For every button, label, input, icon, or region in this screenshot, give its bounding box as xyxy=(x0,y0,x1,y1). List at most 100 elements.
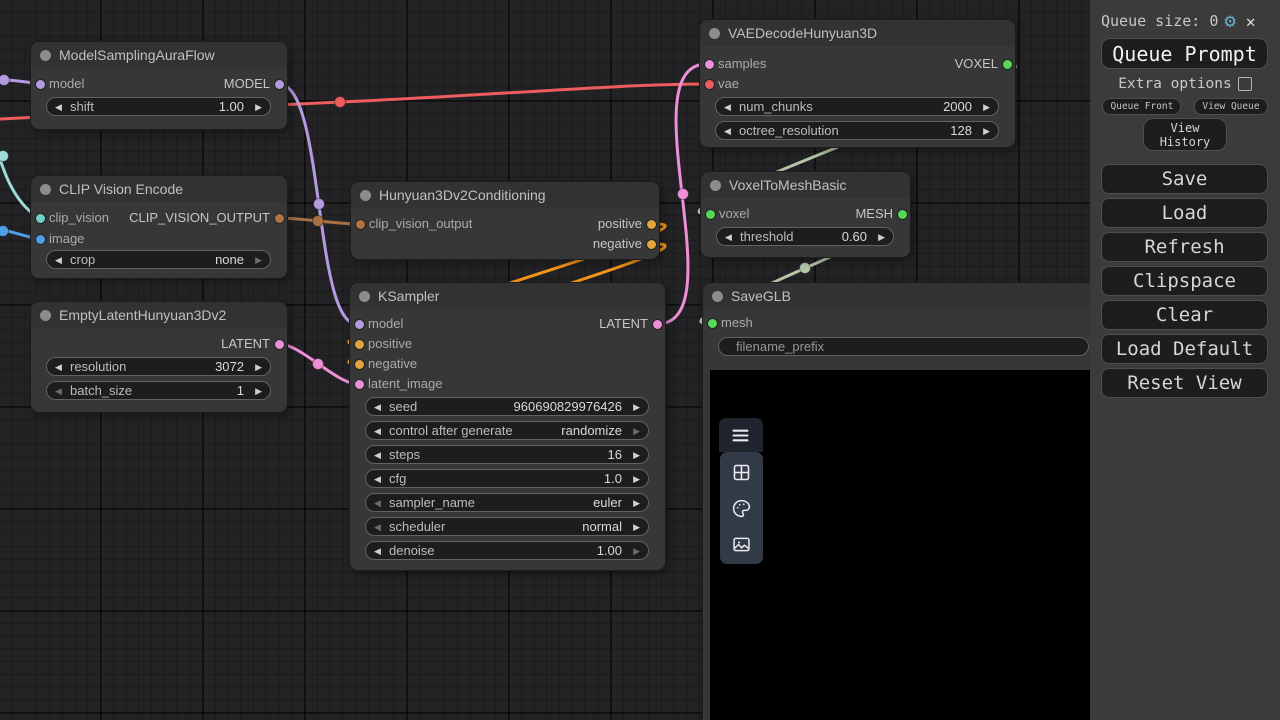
num_chunks-widget[interactable]: ◀▶2000num_chunks xyxy=(715,97,999,116)
scheduler-increment-arrow-icon[interactable]: ▶ xyxy=(633,519,640,535)
clip_vision_output-input-dot[interactable] xyxy=(356,220,365,229)
3d-preview-viewport[interactable] xyxy=(710,370,1090,720)
load-default-button[interactable]: Load Default xyxy=(1101,334,1268,364)
resolution-decrement-arrow-icon[interactable]: ◀ xyxy=(55,359,62,375)
image-stub-link-reroute-dot[interactable] xyxy=(0,226,9,237)
control after generate-increment-arrow-icon[interactable]: ▶ xyxy=(633,423,640,439)
CLIP_VISION_OUTPUT-output-dot[interactable] xyxy=(275,214,284,223)
node-empty-latent-hunyuan3dv2[interactable]: EmptyLatentHunyuan3Dv2LATENT◀▶3072resolu… xyxy=(31,302,287,412)
threshold-increment-arrow-icon[interactable]: ▶ xyxy=(878,229,885,245)
batch_size-decrement-arrow-icon[interactable]: ◀ xyxy=(55,383,62,399)
steps-widget[interactable]: ◀▶16steps xyxy=(365,445,649,464)
LATENT-output-dot[interactable] xyxy=(275,340,284,349)
control after generate-decrement-arrow-icon[interactable]: ◀ xyxy=(374,423,381,439)
denoise-widget[interactable]: ◀▶1.00denoise xyxy=(365,541,649,560)
clear-button[interactable]: Clear xyxy=(1101,300,1268,330)
latent_image-input-dot[interactable] xyxy=(355,380,364,389)
node-collapse-dot-icon[interactable] xyxy=(40,184,51,195)
grid-icon[interactable] xyxy=(720,454,763,490)
clipspace-button[interactable]: Clipspace xyxy=(1101,266,1268,296)
latent-to-vae-link-reroute-dot[interactable] xyxy=(678,189,689,200)
resolution-widget[interactable]: ◀▶3072resolution xyxy=(46,357,271,376)
LATENT-output-dot[interactable] xyxy=(653,320,662,329)
clip-vision-output-link-reroute-dot[interactable] xyxy=(313,216,324,227)
positive-input-dot[interactable] xyxy=(355,340,364,349)
negative-input-dot[interactable] xyxy=(355,360,364,369)
node-title-bar[interactable]: VAEDecodeHunyuan3D xyxy=(700,20,1015,46)
model-to-ksampler-link-reroute-dot[interactable] xyxy=(314,199,325,210)
crop-increment-arrow-icon[interactable]: ▶ xyxy=(255,252,262,268)
positive-output-dot[interactable] xyxy=(647,220,656,229)
denoise-decrement-arrow-icon[interactable]: ◀ xyxy=(374,543,381,559)
node-title-bar[interactable]: SaveGLB xyxy=(703,283,1090,309)
node-title-bar[interactable]: EmptyLatentHunyuan3Dv2 xyxy=(31,302,287,328)
shift-widget[interactable]: ◀▶1.00shift xyxy=(46,97,271,116)
extra-options-checkbox[interactable] xyxy=(1238,77,1252,91)
save-button[interactable]: Save xyxy=(1101,164,1268,194)
node-collapse-dot-icon[interactable] xyxy=(710,180,721,191)
model-stub-link-reroute-dot[interactable] xyxy=(0,75,10,86)
MESH-output-dot[interactable] xyxy=(898,210,907,219)
image-icon[interactable] xyxy=(720,526,763,562)
num_chunks-decrement-arrow-icon[interactable]: ◀ xyxy=(724,99,731,115)
latent-to-ksampler-link-reroute-dot[interactable] xyxy=(313,359,324,370)
mesh-input-dot[interactable] xyxy=(708,319,717,328)
reset-view-button[interactable]: Reset View xyxy=(1101,368,1268,398)
seed-widget[interactable]: ◀▶960690829976426seed xyxy=(365,397,649,416)
node-title-bar[interactable]: VoxelToMeshBasic xyxy=(701,172,910,198)
octree_resolution-widget[interactable]: ◀▶128octree_resolution xyxy=(715,121,999,140)
sampler_name-increment-arrow-icon[interactable]: ▶ xyxy=(633,495,640,511)
octree_resolution-increment-arrow-icon[interactable]: ▶ xyxy=(983,123,990,139)
view-queue-button[interactable]: View Queue xyxy=(1194,98,1267,115)
node-collapse-dot-icon[interactable] xyxy=(712,291,723,302)
node-clip-vision-encode[interactable]: CLIP Vision Encodeclip_visionimageCLIP_V… xyxy=(31,176,287,278)
vae-input-dot[interactable] xyxy=(705,80,714,89)
clip_vision-input-dot[interactable] xyxy=(36,214,45,223)
node-title-bar[interactable]: KSampler xyxy=(350,283,665,309)
node-graph-canvas[interactable]: ModelSamplingAuraFlowmodelMODEL◀▶1.00shi… xyxy=(0,0,1090,720)
node-voxel-to-mesh-basic[interactable]: VoxelToMeshBasicvoxelMESH◀▶0.60threshold xyxy=(701,172,910,257)
node-hunyuan3dv2-conditioning[interactable]: Hunyuan3Dv2Conditioningclip_vision_outpu… xyxy=(351,182,659,259)
node-vae-decode-hunyuan3d[interactable]: VAEDecodeHunyuan3DsamplesvaeVOXEL◀▶2000n… xyxy=(700,20,1015,147)
close-icon[interactable]: ✕ xyxy=(1246,12,1256,31)
voxel-input-dot[interactable] xyxy=(706,210,715,219)
cfg-decrement-arrow-icon[interactable]: ◀ xyxy=(374,471,381,487)
control after generate-widget[interactable]: ◀▶randomizecontrol after generate xyxy=(365,421,649,440)
denoise-increment-arrow-icon[interactable]: ▶ xyxy=(633,543,640,559)
crop-widget[interactable]: ◀▶nonecrop xyxy=(46,250,271,269)
node-title-bar[interactable]: ModelSamplingAuraFlow xyxy=(31,42,287,68)
settings-gear-icon[interactable]: ⚙ xyxy=(1224,11,1235,31)
node-collapse-dot-icon[interactable] xyxy=(709,28,720,39)
scheduler-widget[interactable]: ◀▶normalscheduler xyxy=(365,517,649,536)
batch_size-increment-arrow-icon[interactable]: ▶ xyxy=(255,383,262,399)
steps-increment-arrow-icon[interactable]: ▶ xyxy=(633,447,640,463)
shift-decrement-arrow-icon[interactable]: ◀ xyxy=(55,99,62,115)
shift-increment-arrow-icon[interactable]: ▶ xyxy=(255,99,262,115)
model-input-dot[interactable] xyxy=(355,320,364,329)
load-button[interactable]: Load xyxy=(1101,198,1268,228)
node-model-sampling-auraflow[interactable]: ModelSamplingAuraFlowmodelMODEL◀▶1.00shi… xyxy=(31,42,287,129)
node-title-bar[interactable]: CLIP Vision Encode xyxy=(31,176,287,202)
menu-icon[interactable] xyxy=(719,417,762,453)
filename_prefix-widget[interactable]: filename_prefix xyxy=(718,337,1089,356)
batch_size-widget[interactable]: ◀▶1batch_size xyxy=(46,381,271,400)
num_chunks-increment-arrow-icon[interactable]: ▶ xyxy=(983,99,990,115)
node-title-bar[interactable]: Hunyuan3Dv2Conditioning xyxy=(351,182,659,208)
palette-icon[interactable] xyxy=(720,490,763,526)
resolution-increment-arrow-icon[interactable]: ▶ xyxy=(255,359,262,375)
threshold-widget[interactable]: ◀▶0.60threshold xyxy=(716,227,894,246)
VOXEL-output-dot[interactable] xyxy=(1003,60,1012,69)
seed-decrement-arrow-icon[interactable]: ◀ xyxy=(374,399,381,415)
model-input-dot[interactable] xyxy=(36,80,45,89)
node-ksampler[interactable]: KSamplermodelpositivenegativelatent_imag… xyxy=(350,283,665,570)
view-history-button[interactable]: View History xyxy=(1143,118,1227,151)
node-collapse-dot-icon[interactable] xyxy=(359,291,370,302)
MODEL-output-dot[interactable] xyxy=(275,80,284,89)
vae-link-reroute-dot[interactable] xyxy=(335,97,346,108)
node-collapse-dot-icon[interactable] xyxy=(40,50,51,61)
sampler_name-widget[interactable]: ◀▶eulersampler_name xyxy=(365,493,649,512)
steps-decrement-arrow-icon[interactable]: ◀ xyxy=(374,447,381,463)
octree_resolution-decrement-arrow-icon[interactable]: ◀ xyxy=(724,123,731,139)
mesh-link-reroute-dot[interactable] xyxy=(800,263,811,274)
cfg-increment-arrow-icon[interactable]: ▶ xyxy=(633,471,640,487)
